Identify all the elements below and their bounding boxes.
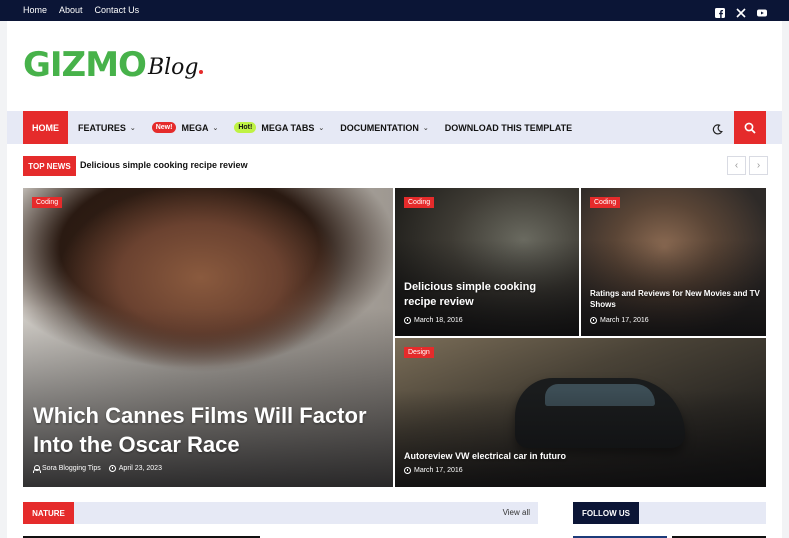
chevron-down-icon: ⌄: [212, 124, 219, 132]
nav-item-mega-tabs[interactable]: Hot! MEGA TABS ⌄: [234, 122, 324, 133]
top-link-about[interactable]: About: [59, 5, 83, 15]
ticker-headline[interactable]: Delicious simple cooking recipe review: [80, 160, 248, 170]
main-nav: HOME FEATURES ⌄ New! MEGA ⌄ Hot! MEGA TA…: [7, 111, 782, 144]
hot-badge: Hot!: [234, 122, 257, 133]
nav-item-label: FEATURES: [78, 122, 126, 133]
post-title[interactable]: Ratings and Reviews for New Movies and T…: [590, 288, 760, 310]
view-all-link[interactable]: View all: [503, 508, 530, 517]
post-title[interactable]: Which Cannes Films Will Factor Into the …: [33, 401, 383, 459]
facebook-icon[interactable]: [715, 5, 725, 18]
image-shade: [23, 307, 393, 487]
clock-icon: [404, 467, 411, 474]
chevron-down-icon: ⌄: [318, 124, 325, 132]
clock-icon: [108, 465, 116, 472]
youtube-icon[interactable]: [757, 5, 767, 17]
nav-item-download[interactable]: DOWNLOAD THIS TEMPLATE: [445, 123, 572, 133]
top-link-contact[interactable]: Contact Us: [95, 5, 140, 15]
ticker-label: TOP NEWS: [23, 156, 76, 176]
post-date: April 23, 2023: [118, 465, 162, 472]
site-logo[interactable]: GIZMO Blog: [23, 45, 204, 85]
section-label: NATURE: [23, 502, 74, 524]
post-meta: March 17, 2016: [590, 317, 649, 324]
category-badge[interactable]: Coding: [32, 197, 63, 208]
nav-item-label: MEGA TABS: [261, 122, 315, 133]
post-meta: March 18, 2016: [404, 317, 463, 324]
nav-item-label: DOWNLOAD THIS TEMPLATE: [444, 122, 573, 133]
social-icons: [715, 5, 767, 18]
news-ticker: TOP NEWS Delicious simple cooking recipe…: [23, 156, 768, 176]
user-icon: [33, 465, 41, 473]
nav-item-label: DOCUMENTATION: [340, 122, 419, 133]
new-badge: New!: [151, 122, 177, 133]
moon-icon[interactable]: [712, 122, 723, 135]
post-date: March 17, 2016: [600, 317, 649, 324]
nav-item-features[interactable]: FEATURES ⌄: [78, 123, 136, 133]
post-date: March 18, 2016: [414, 317, 463, 324]
featured-post-main[interactable]: Coding Which Cannes Films Will Factor In…: [23, 188, 393, 487]
logo-main-text: GIZMO: [23, 45, 147, 85]
featured-post-ratings[interactable]: Coding Ratings and Reviews for New Movie…: [581, 188, 766, 336]
ticker-prev-button[interactable]: ‹: [727, 156, 746, 175]
featured-post-car[interactable]: Design Autoreview VW electrical car in f…: [395, 338, 766, 487]
nav-home[interactable]: HOME: [23, 111, 68, 144]
chevron-down-icon: ⌄: [422, 124, 429, 132]
category-badge[interactable]: Coding: [590, 197, 621, 208]
post-date: March 17, 2016: [414, 467, 463, 474]
nav-items: FEATURES ⌄ New! MEGA ⌄ Hot! MEGA TABS ⌄ …: [78, 111, 588, 144]
section-header-follow: FOLLOW US: [573, 502, 766, 524]
category-badge[interactable]: Coding: [404, 197, 435, 208]
post-meta: March 17, 2016: [404, 467, 463, 474]
top-bar: Home About Contact Us: [0, 0, 789, 21]
nav-item-mega[interactable]: New! MEGA ⌄: [151, 122, 219, 133]
ticker-next-button[interactable]: ›: [749, 156, 768, 175]
page-container: GIZMO Blog HOME FEATURES ⌄ New! MEGA ⌄ H…: [7, 21, 782, 538]
chevron-down-icon: ⌄: [129, 124, 136, 132]
nav-item-documentation[interactable]: DOCUMENTATION ⌄: [340, 123, 429, 133]
section-header-nature: NATURE View all: [23, 502, 538, 524]
post-meta: Sora Blogging Tips April 23, 2023: [33, 465, 162, 473]
featured-post-cooking[interactable]: Coding Delicious simple cooking recipe r…: [395, 188, 579, 336]
search-icon: [744, 122, 756, 134]
logo-dot: [199, 70, 204, 74]
section-label: FOLLOW US: [573, 502, 639, 524]
top-link-home[interactable]: Home: [23, 5, 47, 15]
category-badge[interactable]: Design: [404, 347, 434, 358]
x-twitter-icon[interactable]: [736, 5, 746, 18]
clock-icon: [590, 317, 597, 324]
search-button[interactable]: [734, 111, 766, 144]
clock-icon: [404, 317, 411, 324]
logo-script-text: Blog: [147, 55, 199, 80]
top-links: Home About Contact Us: [23, 5, 139, 15]
nav-item-label: MEGA: [181, 122, 209, 133]
post-title[interactable]: Delicious simple cooking recipe review: [404, 280, 564, 310]
post-author[interactable]: Sora Blogging Tips: [42, 465, 101, 472]
post-title[interactable]: Autoreview VW electrical car in futuro: [404, 450, 704, 462]
